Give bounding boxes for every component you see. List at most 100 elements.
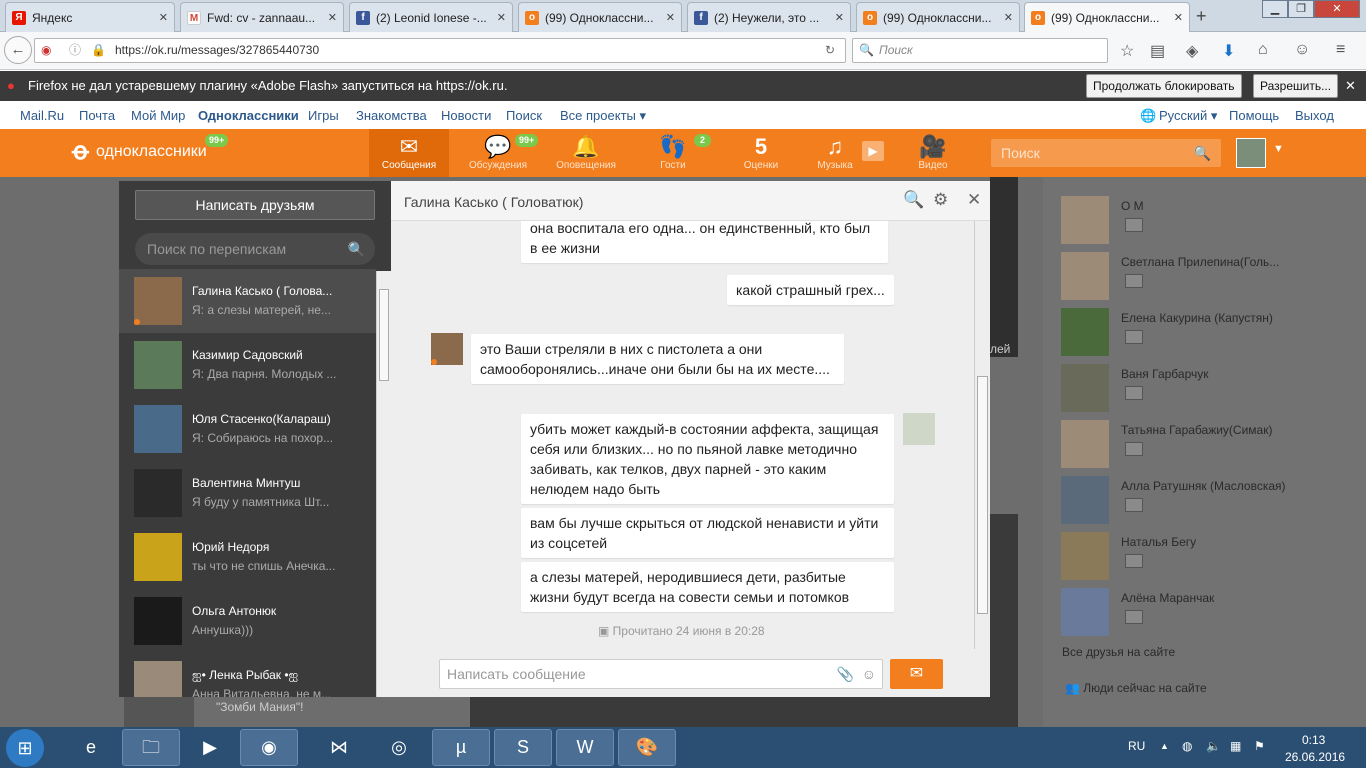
avatar[interactable] xyxy=(903,413,935,445)
nav-link-myworld[interactable]: Мой Мир xyxy=(131,108,185,123)
visual-studio-icon[interactable]: ⋈ xyxy=(310,729,368,766)
friend-item[interactable]: Татьяна Гарабажиу(Симак) xyxy=(1061,420,1361,472)
scroll-thumb[interactable] xyxy=(977,376,988,614)
conversation-item[interactable]: ஐ• Ленка Рыбак •ஐ Анна Витальевна, не м.… xyxy=(119,653,376,697)
user-avatar[interactable] xyxy=(1236,138,1266,168)
utorrent-icon[interactable]: µ xyxy=(432,729,490,766)
explorer-icon[interactable]: 🗀 xyxy=(122,729,180,766)
exit-link[interactable]: Выход xyxy=(1295,108,1334,123)
close-icon[interactable]: ✕ xyxy=(159,11,168,24)
nav-video[interactable]: 🎥 Видео xyxy=(893,134,973,172)
sidebar-scrollbar[interactable] xyxy=(376,271,391,697)
menu-icon[interactable]: ≡ xyxy=(1336,41,1345,59)
maximize-button[interactable]: ❐ xyxy=(1288,0,1314,18)
nav-link-dating[interactable]: Знакомства xyxy=(356,108,427,123)
close-icon[interactable]: ✕ xyxy=(497,11,506,24)
chat-scrollbar[interactable] xyxy=(974,221,990,649)
clock-time[interactable]: 0:13 xyxy=(1302,733,1325,747)
message-icon[interactable] xyxy=(1125,218,1143,232)
conversation-item[interactable]: Ольга Антонюк Аннушка))) xyxy=(119,589,376,653)
help-link[interactable]: Помощь xyxy=(1229,108,1279,123)
browser-tab-active[interactable]: о (99) Одноклассни... ✕ xyxy=(1024,2,1190,32)
attach-icon[interactable]: 📎 xyxy=(837,660,854,688)
send-button[interactable]: ✉ xyxy=(890,659,943,689)
chrome-icon[interactable]: ◎ xyxy=(370,729,428,766)
play-icon[interactable]: ▶ xyxy=(862,141,884,161)
message-icon[interactable] xyxy=(1125,386,1143,400)
conversations-search-input[interactable]: Поиск по перепискам 🔍 xyxy=(135,233,375,265)
browser-search-input[interactable]: 🔍 Поиск xyxy=(852,38,1108,63)
close-icon[interactable]: ✕ xyxy=(1345,78,1356,94)
friend-item[interactable]: О М xyxy=(1061,196,1361,248)
clock-date[interactable]: 26.06.2016 xyxy=(1285,750,1345,764)
allow-button[interactable]: Разрешить... xyxy=(1253,74,1339,98)
firefox-icon[interactable]: ◉ xyxy=(240,729,298,766)
skype-icon[interactable]: S xyxy=(494,729,552,766)
gear-icon[interactable]: ⚙ xyxy=(933,190,948,210)
close-icon[interactable]: ✕ xyxy=(1004,11,1013,24)
friend-item[interactable]: Елена Какурина (Капустян) xyxy=(1061,308,1361,360)
conversation-item[interactable]: Галина Касько ( Голова... Я: а слезы мат… xyxy=(119,269,376,333)
close-icon[interactable]: ✕ xyxy=(1174,11,1183,24)
ok-logo-icon[interactable]: ꝋ xyxy=(72,137,92,167)
conversation-item[interactable]: Казимир Садовский Я: Два парня. Молодых … xyxy=(119,333,376,397)
volume-icon[interactable]: 🔈 xyxy=(1206,739,1221,753)
nav-messages[interactable]: ✉ Сообщения xyxy=(369,129,449,177)
browser-tab[interactable]: f (2) Неужели, это ... ✕ xyxy=(687,2,851,32)
plugin-icon[interactable]: ◉ xyxy=(41,39,51,62)
friend-item[interactable]: Ваня Гарбарчук xyxy=(1061,364,1361,416)
word-icon[interactable]: W xyxy=(556,729,614,766)
browser-tab[interactable]: о (99) Одноклассни... ✕ xyxy=(518,2,682,32)
nav-ratings[interactable]: 5 Оценки xyxy=(721,134,801,172)
info-icon[interactable]: ⓘ xyxy=(69,39,81,62)
language-select[interactable]: Русский ▾ xyxy=(1159,108,1217,124)
close-icon[interactable]: ✕ xyxy=(666,11,675,24)
paint-icon[interactable]: 🎨 xyxy=(618,729,676,766)
close-icon[interactable]: ✕ xyxy=(835,11,844,24)
close-icon[interactable]: ✕ xyxy=(328,11,337,24)
conversation-item[interactable]: Юрий Недоря ты что не спишь Анечка... xyxy=(119,525,376,589)
browser-tab[interactable]: f (2) Leonid Ionese -... ✕ xyxy=(349,2,513,32)
scroll-thumb[interactable] xyxy=(379,289,389,381)
nav-link-games[interactable]: Игры xyxy=(308,108,339,123)
start-button[interactable]: ⊞ xyxy=(6,729,44,767)
message-icon[interactable] xyxy=(1125,274,1143,288)
url-bar[interactable]: ◉ ⓘ 🔒 https://ok.ru/messages/32786544073… xyxy=(34,38,846,63)
antivirus-icon[interactable]: ◍ xyxy=(1182,739,1192,753)
nav-link-all-projects[interactable]: Все проекты ▾ xyxy=(560,108,646,124)
message-icon[interactable] xyxy=(1125,330,1143,344)
message-icon[interactable] xyxy=(1125,554,1143,568)
new-tab-button[interactable]: + xyxy=(1196,6,1207,27)
tray-arrow-icon[interactable]: ▲ xyxy=(1160,741,1169,751)
minimize-button[interactable]: ▁ xyxy=(1262,0,1288,18)
nav-link-ok[interactable]: Одноклассники xyxy=(198,108,299,123)
chevron-down-icon[interactable]: ▼ xyxy=(1273,143,1284,155)
reload-icon[interactable]: ↻ xyxy=(825,39,835,62)
search-icon[interactable]: 🔍 xyxy=(1194,139,1211,167)
ok-search-input[interactable]: Поиск 🔍 xyxy=(991,139,1221,167)
window-close-button[interactable]: ✕ xyxy=(1314,0,1360,18)
friend-item[interactable]: Алёна Маранчак xyxy=(1061,588,1361,640)
bookmark-star-icon[interactable]: ☆ xyxy=(1120,41,1134,61)
nav-link-search[interactable]: Поиск xyxy=(506,108,542,123)
hello-icon[interactable]: ☺ xyxy=(1294,41,1310,59)
close-icon[interactable]: ✕ xyxy=(967,190,981,210)
friend-item[interactable]: Светлана Прилепина(Голь... xyxy=(1061,252,1361,304)
people-online-link[interactable]: 👥 Люди сейчас на сайте xyxy=(1065,681,1207,695)
write-friends-button[interactable]: Написать друзьям xyxy=(135,190,375,220)
search-icon[interactable]: 🔍 xyxy=(903,190,924,210)
friend-item[interactable]: Наталья Бегу xyxy=(1061,532,1361,584)
message-icon[interactable] xyxy=(1125,498,1143,512)
media-player-icon[interactable]: ▶ xyxy=(181,729,239,766)
search-icon[interactable]: 🔍 xyxy=(348,233,365,265)
chat-title[interactable]: Галина Касько ( Головатюк) xyxy=(404,194,583,210)
message-input[interactable]: Написать сообщение 📎 ☺ xyxy=(439,659,883,689)
continue-blocking-button[interactable]: Продолжать блокировать xyxy=(1086,74,1242,98)
back-button[interactable]: ← xyxy=(4,36,32,64)
language-indicator[interactable]: RU xyxy=(1128,739,1145,753)
browser-tab[interactable]: Я Яндекс ✕ xyxy=(5,2,175,32)
conversation-item[interactable]: Юля Стасенко(Калараш) Я: Собираюсь на по… xyxy=(119,397,376,461)
flag-icon[interactable]: ⚑ xyxy=(1254,739,1265,753)
network-icon[interactable]: ▦ xyxy=(1230,739,1241,753)
nav-link-mail[interactable]: Почта xyxy=(79,108,115,123)
